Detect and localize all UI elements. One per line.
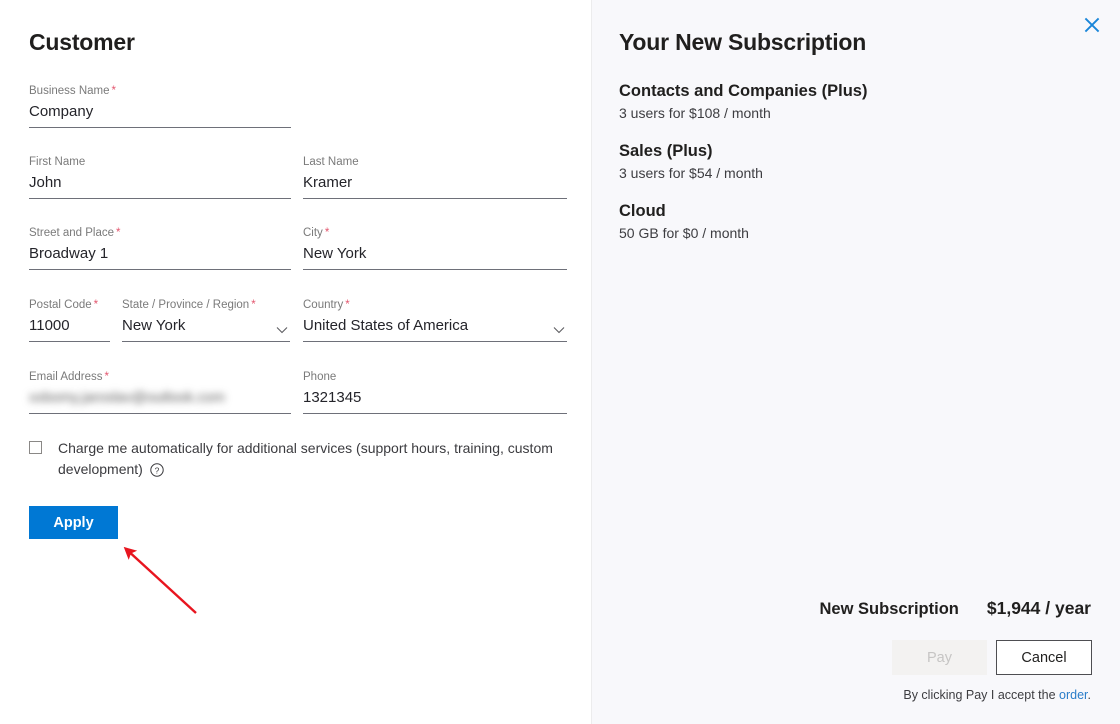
- legal-note: By clicking Pay I accept the order.: [903, 688, 1091, 702]
- item-name: Contacts and Companies (Plus): [619, 82, 868, 100]
- pay-button[interactable]: Pay: [892, 640, 987, 675]
- annotation-arrow-icon: [123, 546, 197, 614]
- field-value: John: [29, 174, 62, 191]
- field-label: State / Province / Region *: [122, 299, 256, 311]
- field-underline: [303, 413, 567, 414]
- field-underline: [29, 198, 291, 199]
- subscription-checkout-screen: Customer Business Name * Company First Na…: [0, 0, 1120, 724]
- field-value: United States of America: [303, 317, 469, 334]
- field-postal-code[interactable]: Postal Code * 11000: [29, 298, 110, 342]
- cancel-button[interactable]: Cancel: [996, 640, 1092, 675]
- field-value: Company: [29, 103, 94, 120]
- field-street-and-place[interactable]: Street and Place * Broadway 1: [29, 226, 291, 270]
- required-marker: *: [324, 227, 330, 239]
- item-name: Sales (Plus): [619, 142, 713, 160]
- field-underline: [29, 413, 291, 414]
- required-marker: [85, 156, 87, 168]
- total-label: New Subscription: [819, 600, 959, 618]
- field-value: New York: [122, 317, 186, 334]
- item-detail: 3 users for $108 / month: [619, 105, 771, 121]
- subscription-items-list: Contacts and Companies (Plus) 3 users fo…: [619, 80, 1049, 260]
- field-label: First Name: [29, 156, 87, 168]
- auto-charge-label: Charge me automatically for additional s…: [42, 438, 558, 483]
- subscription-summary-pane: Your New Subscription Contacts and Compa…: [592, 0, 1120, 724]
- field-last-name[interactable]: Last Name Kramer: [303, 155, 567, 199]
- field-label: Email Address *: [29, 371, 109, 383]
- required-marker: *: [93, 299, 99, 311]
- auto-charge-checkbox[interactable]: [29, 441, 42, 454]
- item-detail: 3 users for $54 / month: [619, 165, 763, 181]
- field-country[interactable]: Country * United States of America: [303, 298, 567, 342]
- auto-charge-checkbox-row[interactable]: Charge me automatically for additional s…: [29, 438, 569, 483]
- total-row: New Subscription $1,944 / year: [820, 598, 1091, 619]
- help-circle-icon[interactable]: ?: [150, 462, 164, 483]
- field-value: Kramer: [303, 174, 353, 191]
- field-first-name[interactable]: First Name John: [29, 155, 291, 199]
- total-value: $1,944 / year: [986, 598, 1091, 618]
- apply-button[interactable]: Apply: [29, 506, 118, 539]
- field-label: City *: [303, 227, 330, 239]
- field-value: 1321345: [303, 389, 362, 406]
- field-underline: [29, 127, 291, 128]
- field-underline: [303, 341, 567, 342]
- page-title: Customer: [29, 29, 135, 55]
- field-value: 11000: [29, 317, 70, 334]
- list-item: Cloud 50 GB for $0 / month: [619, 200, 1049, 243]
- required-marker: *: [111, 85, 117, 97]
- required-marker: *: [345, 299, 350, 311]
- field-email-address[interactable]: Email Address * xxbomy.jaroslav@outlook.c…: [29, 370, 291, 414]
- item-name: Cloud: [619, 202, 666, 220]
- field-underline: [303, 198, 567, 199]
- subscription-title: Your New Subscription: [619, 29, 867, 55]
- field-value: Broadway 1: [29, 245, 109, 262]
- field-label: Country *: [303, 299, 350, 311]
- field-state-province-region[interactable]: State / Province / Region * New York: [122, 298, 290, 342]
- field-business-name[interactable]: Business Name * Company: [29, 84, 291, 128]
- field-value: xxbomy.jaroslav@outlook.com: [29, 390, 225, 406]
- legal-prefix: By clicking Pay I accept the: [903, 688, 1060, 702]
- field-label: Postal Code *: [29, 299, 99, 311]
- customer-form-pane: Customer Business Name * Company First Na…: [0, 0, 592, 724]
- field-value: New York: [303, 245, 367, 262]
- field-city[interactable]: City * New York: [303, 226, 567, 270]
- required-marker: *: [104, 371, 109, 383]
- close-icon[interactable]: [1076, 10, 1108, 40]
- required-marker: *: [116, 227, 121, 239]
- item-detail: 50 GB for $0 / month: [619, 225, 749, 241]
- action-button-row: Pay Cancel: [892, 640, 1092, 675]
- list-item: Contacts and Companies (Plus) 3 users fo…: [619, 80, 1049, 123]
- field-phone[interactable]: Phone 1321345: [303, 370, 567, 414]
- field-underline: [303, 269, 567, 270]
- field-label: Phone: [303, 371, 338, 383]
- order-link[interactable]: order: [1059, 688, 1088, 702]
- list-item: Sales (Plus) 3 users for $54 / month: [619, 140, 1049, 183]
- field-label: Business Name *: [29, 85, 117, 97]
- legal-suffix: .: [1087, 688, 1091, 702]
- field-underline: [122, 341, 290, 342]
- required-marker: [336, 371, 338, 383]
- required-marker: *: [251, 299, 256, 311]
- required-marker: [359, 156, 361, 168]
- field-underline: [29, 269, 291, 270]
- svg-text:?: ?: [154, 465, 159, 475]
- field-underline: [29, 341, 110, 342]
- field-label: Last Name: [303, 156, 361, 168]
- field-label: Street and Place *: [29, 227, 121, 239]
